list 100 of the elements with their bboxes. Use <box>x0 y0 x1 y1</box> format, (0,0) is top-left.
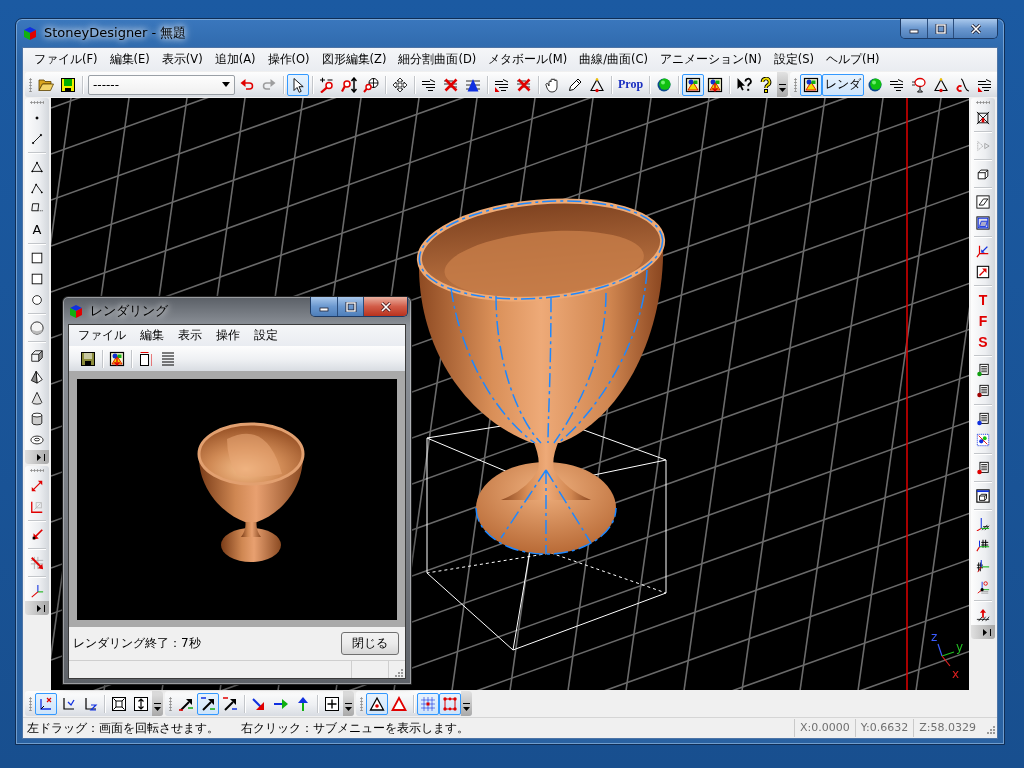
menu-item[interactable]: 操作(O) <box>261 52 316 67</box>
menu-item[interactable]: ファイル <box>71 327 133 344</box>
coordinate-readout: Z:58.0329 <box>913 719 981 737</box>
toolbar-overflow-button[interactable] <box>971 625 995 639</box>
axis-plane-icon <box>82 695 98 712</box>
menu-item[interactable]: アニメーション(N) <box>654 52 768 67</box>
arrow-point-icon <box>30 527 44 542</box>
maximize-icon <box>934 23 947 34</box>
status-message: レンダリング終了：7秒 <box>73 635 201 652</box>
axis-plane-icon <box>38 695 54 712</box>
close-icon <box>379 301 392 312</box>
minimize-button[interactable] <box>901 19 927 38</box>
size-frame-icon <box>138 350 154 367</box>
prop-button[interactable]: Prop <box>615 73 647 96</box>
toolbar-grip[interactable] <box>794 77 798 92</box>
view-button[interactable]: F <box>972 310 994 331</box>
coordinate-readout: Y:0.6632 <box>854 719 914 737</box>
list-lines-icon <box>160 350 176 367</box>
toolbar-overflow-button[interactable] <box>25 450 49 464</box>
minimize-button[interactable] <box>311 297 337 316</box>
toolbar-grip[interactable] <box>29 696 32 711</box>
dialog-title: レンダリング <box>90 301 168 320</box>
close-button[interactable] <box>953 19 997 38</box>
menu-item[interactable]: ヘルプ(H) <box>819 52 886 67</box>
toolbar-grip[interactable] <box>360 696 363 711</box>
sphere-outline-icon <box>30 320 44 335</box>
menu-item[interactable]: 図形編集(Z) <box>315 52 393 67</box>
diagonal-arrow-icon <box>200 695 216 712</box>
menu-item[interactable]: 編集(E) <box>103 52 156 67</box>
cone-icon <box>30 390 44 405</box>
square-icon <box>30 250 44 265</box>
chevron-icon <box>345 703 352 712</box>
close-dialog-button[interactable]: 閉じる <box>341 632 399 655</box>
axis-plane-icon <box>60 695 76 712</box>
fit-view-icon <box>111 695 127 712</box>
up-arrow-icon <box>295 695 311 712</box>
menu-item[interactable]: 追加(A) <box>208 52 262 67</box>
line-icon <box>30 131 44 146</box>
arrows-box-icon <box>133 695 149 712</box>
toolbar-overflow-button[interactable] <box>25 601 49 615</box>
cube-logo-icon <box>68 302 84 319</box>
menu-item[interactable]: ファイル(F) <box>28 52 104 67</box>
chevron-icon <box>154 703 161 712</box>
dotted-frame-icon <box>442 695 458 712</box>
maximize-button[interactable] <box>337 297 363 316</box>
chevron-icon <box>983 628 992 636</box>
window-title: StoneyDesigner - 無題 <box>44 24 187 42</box>
menu-item[interactable]: メタボール(M) <box>482 52 574 67</box>
move-arrows-icon <box>30 478 44 493</box>
view-button[interactable]: T <box>972 289 994 310</box>
render-button[interactable]: レンダ <box>822 73 865 96</box>
axis-label: x <box>952 667 960 681</box>
toolbar-grip[interactable] <box>30 469 44 472</box>
chevron-icon <box>37 604 46 612</box>
down-right-arrow-icon <box>251 695 267 712</box>
maximize-icon <box>344 301 357 312</box>
maximize-button[interactable] <box>927 19 953 38</box>
menu-item[interactable]: 設定 <box>247 327 285 344</box>
pyramid-icon <box>30 369 44 384</box>
menu-item[interactable]: 操作 <box>209 327 247 344</box>
axis-gizmo-drawing <box>937 643 955 667</box>
toolbar-overflow-button[interactable] <box>152 691 163 716</box>
axis-plane-button[interactable] <box>35 692 57 715</box>
toolbar-overflow-button[interactable] <box>461 691 472 716</box>
floppy-disk-icon <box>80 350 96 367</box>
resize-grip-icon[interactable] <box>393 667 403 677</box>
text-tool-button[interactable]: A <box>26 219 48 240</box>
diagonal-arrow-button[interactable] <box>197 692 219 715</box>
toolbar-grip[interactable] <box>29 77 32 92</box>
close-icon <box>969 23 982 34</box>
toolbar-overflow-button[interactable] <box>777 72 789 97</box>
triangle-icon <box>30 159 44 174</box>
status-hint: 右クリック：サブメニューを表示します。 <box>241 720 469 736</box>
dotted-frame-button[interactable] <box>439 692 461 715</box>
status-hint: 左ドラッグ：画面を回転させます。 <box>27 720 219 736</box>
menu-item[interactable]: 細分割曲面(D) <box>392 52 483 67</box>
cylinder-icon <box>30 411 44 426</box>
toolbar-grip[interactable] <box>169 696 172 711</box>
menu-item[interactable]: 編集 <box>133 327 171 344</box>
toolbar-overflow-button[interactable] <box>343 691 354 716</box>
menu-item[interactable]: 表示(V) <box>155 52 209 67</box>
chevron-icon <box>779 84 787 93</box>
toolbar-grip[interactable] <box>30 101 44 104</box>
square-icon <box>30 271 44 286</box>
triangle-outline-icon <box>391 695 407 712</box>
menu-item[interactable]: 設定(S) <box>767 52 820 67</box>
close-button[interactable] <box>363 297 407 316</box>
cube-icon <box>30 348 44 363</box>
triangle-dot-button[interactable] <box>366 692 388 715</box>
grid-icon <box>420 695 436 712</box>
axis-icon <box>30 583 44 598</box>
view-button[interactable]: S <box>972 331 994 352</box>
dropdown[interactable]: ------ <box>88 74 235 95</box>
torus-icon <box>30 432 44 447</box>
resize-grip-icon[interactable] <box>985 724 995 734</box>
chevron-icon <box>463 703 470 712</box>
diagonal-arrow-icon <box>222 695 238 712</box>
menu-item[interactable]: 表示 <box>171 327 209 344</box>
menu-item[interactable]: 曲線/曲面(C) <box>573 52 655 67</box>
toolbar-grip[interactable] <box>976 101 990 104</box>
